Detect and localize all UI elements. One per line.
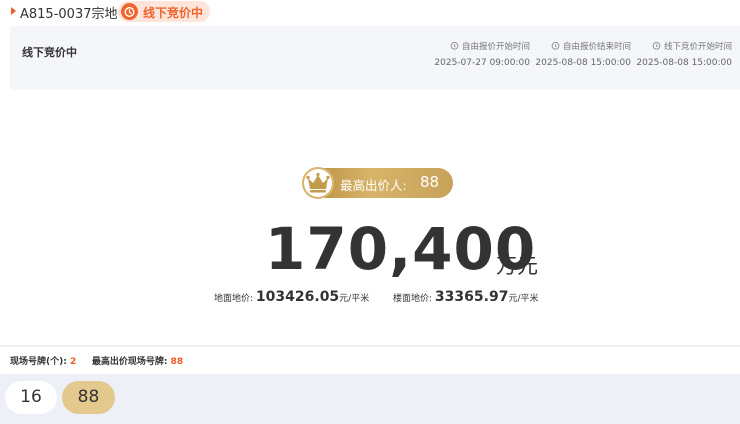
clock-icon bbox=[652, 41, 661, 50]
time-value: 2025-07-27 09:00:00 bbox=[434, 58, 530, 68]
land-price-unit: 元/平米 bbox=[339, 294, 370, 304]
floor-price: 楼面地价: 33365.97元/平米 bbox=[393, 289, 538, 305]
plate-count-label: 现场号牌(个): bbox=[10, 357, 67, 367]
phase-title: 线下竞价中 bbox=[22, 46, 77, 59]
land-price-value: 103426.05 bbox=[255, 289, 340, 305]
floor-price-value: 33365.97 bbox=[434, 289, 509, 305]
crown-icon bbox=[302, 167, 334, 199]
time-free-bid-end: 自由报价结束时间 2025-08-08 15:00:00 bbox=[535, 40, 631, 68]
time-free-bid-start: 自由报价开始时间 2025-07-27 09:00:00 bbox=[434, 40, 530, 68]
time-value: 2025-08-08 15:00:00 bbox=[636, 58, 732, 68]
triangle-right-icon bbox=[11, 7, 16, 15]
top-plate-label: 最高出价现场号牌: bbox=[91, 357, 168, 367]
land-price: 地面地价: 103426.05元/平米 bbox=[214, 289, 369, 305]
clock-icon bbox=[450, 41, 459, 50]
plate-chip[interactable]: 16 bbox=[5, 381, 57, 414]
plate-count: 2 bbox=[69, 357, 77, 367]
price-unit: 万元 bbox=[496, 254, 538, 278]
time-value: 2025-08-08 15:00:00 bbox=[535, 58, 631, 68]
top-bidder-number: 88 bbox=[420, 173, 440, 191]
auction-info-panel: 线下竞价中 自由报价开始时间 2025-07-27 09:00:00 自由报价结… bbox=[10, 26, 740, 90]
status-label: 线下竞价中 bbox=[143, 6, 204, 20]
floor-price-unit: 元/平米 bbox=[508, 294, 539, 304]
top-bar: A815-0037宗地 线下竞价中 bbox=[0, 0, 740, 26]
land-price-label: 地面地价: bbox=[214, 294, 254, 304]
top-plate: 88 bbox=[170, 357, 184, 367]
plate-chip-highlighted[interactable]: 88 bbox=[62, 381, 115, 414]
time-label: 自由报价开始时间 bbox=[461, 42, 530, 52]
time-label: 自由报价结束时间 bbox=[562, 42, 631, 52]
time-label: 线下竞价开始时间 bbox=[663, 42, 732, 52]
parcel-title: A815-0037宗地 bbox=[20, 7, 118, 22]
alarm-clock-icon bbox=[121, 3, 138, 20]
top-bidder-label: 最高出价人: bbox=[340, 178, 407, 193]
plates-list: 16 88 bbox=[0, 374, 740, 424]
plates-summary: 现场号牌(个): 2 最高出价现场号牌: 88 bbox=[10, 354, 183, 367]
divider bbox=[0, 345, 740, 347]
floor-price-label: 楼面地价: bbox=[393, 294, 433, 304]
clock-icon bbox=[551, 41, 560, 50]
top-bidder-badge: 最高出价人: 88 bbox=[302, 167, 453, 199]
time-offline-bid-start: 线下竞价开始时间 2025-08-08 15:00:00 bbox=[636, 40, 732, 68]
status-badge: 线下竞价中 bbox=[118, 1, 210, 22]
